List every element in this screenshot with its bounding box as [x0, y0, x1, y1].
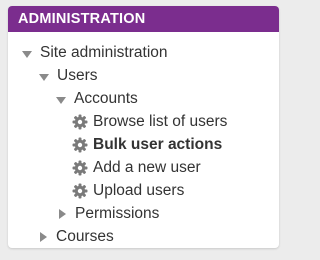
tree-item-label[interactable]: Courses	[56, 228, 114, 246]
tree-item-permissions[interactable]: Permissions	[57, 203, 159, 225]
tree-item-label[interactable]: Bulk user actions	[93, 136, 222, 154]
tree-item-accounts[interactable]: Accounts	[56, 88, 138, 110]
gear-icon	[72, 160, 88, 176]
tree-item-label[interactable]: Accounts	[74, 90, 138, 108]
tree-item-upload-users[interactable]: Upload users	[72, 180, 184, 202]
tree-item-label[interactable]: Site administration	[40, 44, 168, 62]
tree-item-label[interactable]: Permissions	[75, 205, 159, 223]
admin-tree: Site administration Users Accounts Brows…	[8, 32, 279, 248]
caret-down-icon[interactable]	[56, 96, 66, 104]
tree-item-add-user[interactable]: Add a new user	[72, 157, 201, 179]
tree-item-users[interactable]: Users	[39, 65, 97, 87]
caret-right-icon[interactable]	[40, 232, 47, 242]
tree-item-browse-users[interactable]: Browse list of users	[72, 111, 227, 133]
tree-item-label[interactable]: Users	[57, 67, 97, 85]
tree-item-label[interactable]: Upload users	[93, 182, 184, 200]
tree-item-bulk-user-actions[interactable]: Bulk user actions	[72, 134, 222, 156]
tree-item-courses[interactable]: Courses	[38, 226, 114, 248]
block-title: ADMINISTRATION	[8, 6, 279, 32]
administration-block: ADMINISTRATION Site administration Users…	[8, 6, 279, 248]
gear-icon	[72, 137, 88, 153]
caret-down-icon[interactable]	[22, 50, 32, 58]
gear-icon	[72, 183, 88, 199]
caret-down-icon[interactable]	[39, 73, 49, 81]
caret-right-icon[interactable]	[59, 209, 66, 219]
tree-item-site-administration[interactable]: Site administration	[22, 42, 168, 64]
gear-icon	[72, 114, 88, 130]
tree-item-label[interactable]: Browse list of users	[93, 113, 227, 131]
tree-item-label[interactable]: Add a new user	[93, 159, 201, 177]
